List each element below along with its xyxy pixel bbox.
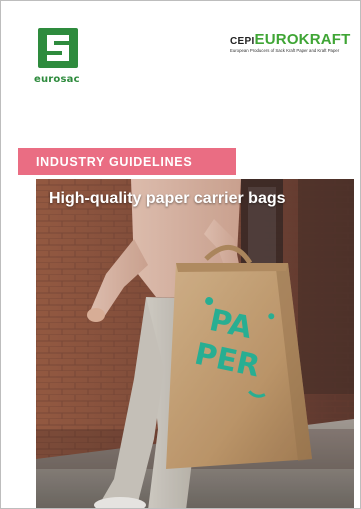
eurosac-logo-text: eurosac xyxy=(34,74,80,85)
cover-title: High-quality paper carrier bags xyxy=(49,190,286,207)
eurokraft-title: CEPI EUROKRAFT xyxy=(230,32,354,47)
industry-guidelines-banner: INDUSTRY GUIDELINES xyxy=(18,148,236,175)
cover-photo-image: PA PER xyxy=(36,179,354,508)
cepi-text: CEPI xyxy=(230,36,255,47)
cover-photo: PA PER High-quality paper carrier bags xyxy=(36,179,354,508)
cepi-eurokraft-logo: CEPI EUROKRAFT European Producers of Sac… xyxy=(230,32,354,53)
banner-label: INDUSTRY GUIDELINES xyxy=(36,154,193,169)
eurosac-logo-mark xyxy=(38,28,78,68)
eurosac-logo: eurosac xyxy=(34,28,86,85)
eurokraft-tagline: European Producers of Sack Kraft Paper a… xyxy=(230,48,340,53)
eurokraft-text: EUROKRAFT xyxy=(254,31,351,48)
document-cover: eurosac CEPI EUROKRAFT European Producer… xyxy=(0,0,361,509)
